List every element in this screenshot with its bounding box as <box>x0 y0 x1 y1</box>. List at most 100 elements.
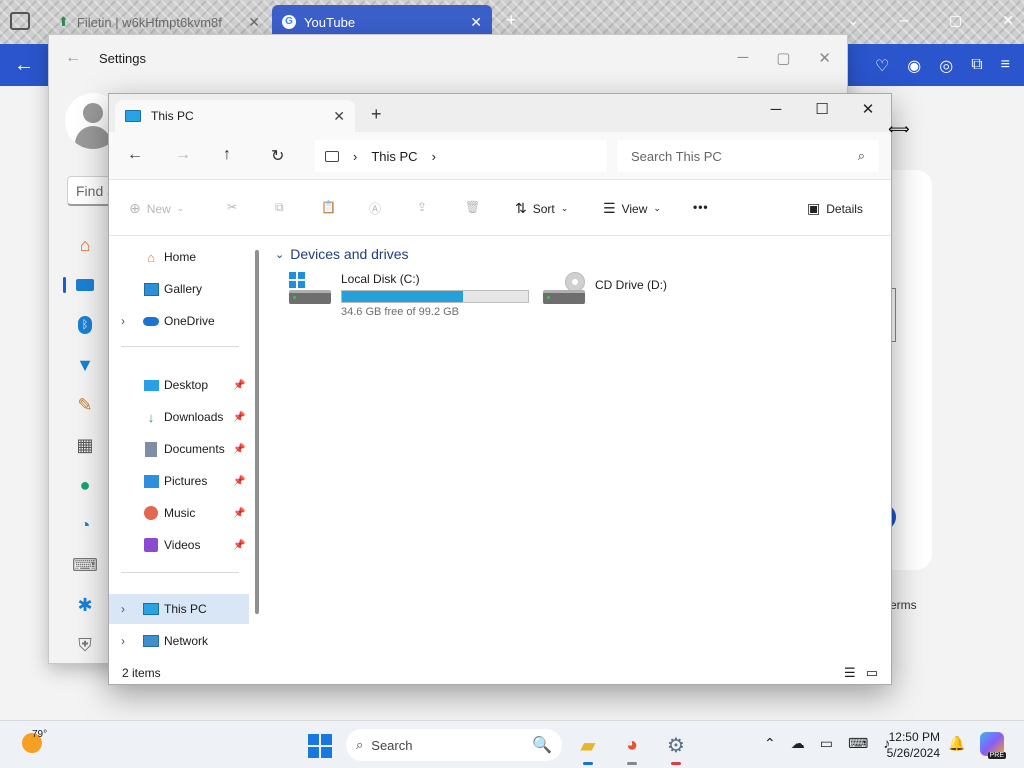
vpn-icon[interactable]: ◉ <box>907 56 921 76</box>
chevron-up-icon[interactable]: ⌃ <box>764 735 776 752</box>
documents-icon <box>143 441 159 457</box>
sidebar-item-videos[interactable]: Videos 📌 <box>109 530 249 560</box>
close-icon[interactable]: ✕ <box>1002 12 1014 29</box>
menu-icon[interactable]: ≡ <box>1001 56 1010 76</box>
copy-icon[interactable]: ⧉ <box>275 200 284 215</box>
sidebar-item-home[interactable]: ⌂ Home <box>109 242 249 272</box>
home-icon[interactable]: ⌂ <box>63 225 107 265</box>
gaming-icon[interactable]: ⌨ <box>63 545 107 585</box>
sidebar-item-documents[interactable]: Documents 📌 <box>109 434 249 464</box>
maximize-icon[interactable]: ▢ <box>776 49 790 67</box>
settings-app-icon[interactable]: ⚙ <box>662 731 690 765</box>
copilot-icon[interactable]: PRE <box>980 732 1006 759</box>
bluetooth-icon[interactable]: ᛒ <box>63 305 107 345</box>
drive-usage-fill <box>342 291 463 302</box>
paste-icon[interactable]: 📋 <box>321 200 336 214</box>
sidebar-item-desktop[interactable]: Desktop 📌 <box>109 370 249 400</box>
tiles-view-icon[interactable]: ▭ <box>866 665 878 681</box>
close-icon[interactable]: ✕ <box>248 14 260 31</box>
close-icon[interactable]: ✕ <box>470 14 482 31</box>
taskbar-search[interactable]: ⌕ Search 🔍 <box>346 729 562 761</box>
wifi-icon[interactable]: ▼ <box>63 345 107 385</box>
chevron-right-icon[interactable]: › <box>121 634 125 648</box>
new-tab-button[interactable]: + <box>506 10 517 31</box>
new-button[interactable]: ⊕ New ⌄ <box>129 200 184 217</box>
sidebar-item-this-pc[interactable]: › This PC <box>109 594 249 624</box>
personalization-icon[interactable]: ✎ <box>63 385 107 425</box>
firefox-app-icon[interactable]: ◕ <box>618 731 646 765</box>
chevron-right-icon[interactable]: › <box>432 149 436 164</box>
settings-titlebar: ← Settings ─ ▢ ✕ <box>49 35 847 81</box>
pin-icon[interactable]: 📌 <box>233 380 245 391</box>
sidebar-item-downloads[interactable]: ↓ Downloads 📌 <box>109 402 249 432</box>
sidebar-item-pictures[interactable]: Pictures 📌 <box>109 466 249 496</box>
devices-section-header[interactable]: ⌄ Devices and drives <box>275 246 409 262</box>
close-icon[interactable]: ✕ <box>333 108 345 125</box>
display-icon[interactable]: ▭ <box>820 735 833 752</box>
minimize-icon[interactable]: ─ <box>753 94 799 124</box>
explorer-tab[interactable]: This PC ✕ <box>115 100 355 132</box>
view-button[interactable]: ☰ View ⌄ <box>603 200 661 217</box>
rename-icon[interactable]: Ⓐ <box>369 200 381 217</box>
start-button[interactable] <box>308 734 332 758</box>
apps-icon[interactable]: ▦ <box>63 425 107 465</box>
delete-icon[interactable]: 🗑 <box>465 200 480 214</box>
sort-button[interactable]: ⇅ Sort ⌄ <box>515 200 568 217</box>
sidebar-scrollbar[interactable] <box>255 250 259 614</box>
more-options-button[interactable]: ••• <box>693 200 709 214</box>
up-arrow-icon[interactable]: ↑ <box>223 146 231 164</box>
back-arrow-icon[interactable]: ← <box>65 49 81 67</box>
pin-icon[interactable]: 📌 <box>233 508 245 519</box>
drive-local-disk-c[interactable]: Local Disk (C:) 34.6 GB free of 99.2 GB <box>289 272 529 318</box>
back-arrow-icon[interactable]: ← <box>127 146 143 164</box>
accounts-icon[interactable]: ● <box>63 465 107 505</box>
pin-icon[interactable]: 📌 <box>233 444 245 455</box>
pocket-icon[interactable]: ♡ <box>875 56 889 76</box>
minimize-icon[interactable]: ─ <box>738 49 749 67</box>
details-button[interactable]: ▣ Details <box>807 200 863 217</box>
cloud-offline-icon[interactable]: ☁ <box>791 735 805 752</box>
new-tab-button[interactable]: + <box>371 104 382 125</box>
extensions-icon[interactable]: ⧉ <box>971 56 982 76</box>
pin-icon[interactable]: 📌 <box>233 476 245 487</box>
account-icon[interactable]: ◎ <box>939 56 953 76</box>
settings-nav: ⌂ ᛒ ▼ ✎ ▦ ● ◔ ⌨ ✱ ⛨ <box>63 225 107 665</box>
maximize-icon[interactable]: ☐ <box>799 94 845 124</box>
cut-icon[interactable]: ✂ <box>227 200 237 214</box>
network-icon <box>143 633 159 649</box>
close-icon[interactable]: ✕ <box>818 49 831 67</box>
address-input[interactable]: › This PC › <box>315 140 607 172</box>
sidebar-item-music[interactable]: Music 📌 <box>109 498 249 528</box>
share-icon[interactable]: ⇪ <box>417 200 427 214</box>
close-icon[interactable]: ✕ <box>845 94 891 124</box>
tab-actions-icon[interactable] <box>10 12 30 30</box>
privacy-icon[interactable]: ⛨ <box>63 625 107 665</box>
file-explorer-app-icon[interactable]: ▰ <box>574 731 602 765</box>
notification-bell-icon[interactable]: 🔔 <box>948 735 965 752</box>
sidebar-item-network[interactable]: › Network <box>109 626 249 656</box>
back-arrow-icon[interactable]: ← <box>14 54 34 77</box>
chevron-right-icon[interactable]: › <box>121 314 125 328</box>
pin-icon[interactable]: 📌 <box>233 412 245 423</box>
refresh-icon[interactable]: ↻ <box>271 146 284 166</box>
clock[interactable]: 12:50 PM 5/26/2024 <box>856 729 940 761</box>
list-view-icon[interactable]: ☰ <box>844 665 856 681</box>
chevron-right-icon[interactable]: › <box>121 602 125 616</box>
terms-link[interactable]: erms <box>890 598 917 612</box>
avatar-head <box>83 103 103 123</box>
pin-icon[interactable]: 📌 <box>233 540 245 551</box>
tab-list-icon[interactable]: ⌄ <box>847 12 859 29</box>
breadcrumb-this-pc[interactable]: This PC <box>371 149 417 164</box>
search-placeholder: Search This PC <box>631 148 722 164</box>
forward-arrow-icon[interactable]: → <box>175 146 191 164</box>
time-icon[interactable]: ◔ <box>63 505 107 545</box>
drive-cd-d[interactable]: CD Drive (D:) <box>543 272 667 308</box>
minimize-icon[interactable]: ─ <box>899 12 909 29</box>
accessibility-icon[interactable]: ✱ <box>63 585 107 625</box>
avatar-body <box>75 126 111 149</box>
search-input[interactable]: Search This PC ⌕ <box>617 140 879 172</box>
maximize-icon[interactable]: ▢ <box>949 12 962 29</box>
sidebar-item-onedrive[interactable]: › OneDrive <box>109 306 249 336</box>
sidebar-item-gallery[interactable]: Gallery <box>109 274 249 304</box>
system-icon[interactable] <box>63 265 107 305</box>
